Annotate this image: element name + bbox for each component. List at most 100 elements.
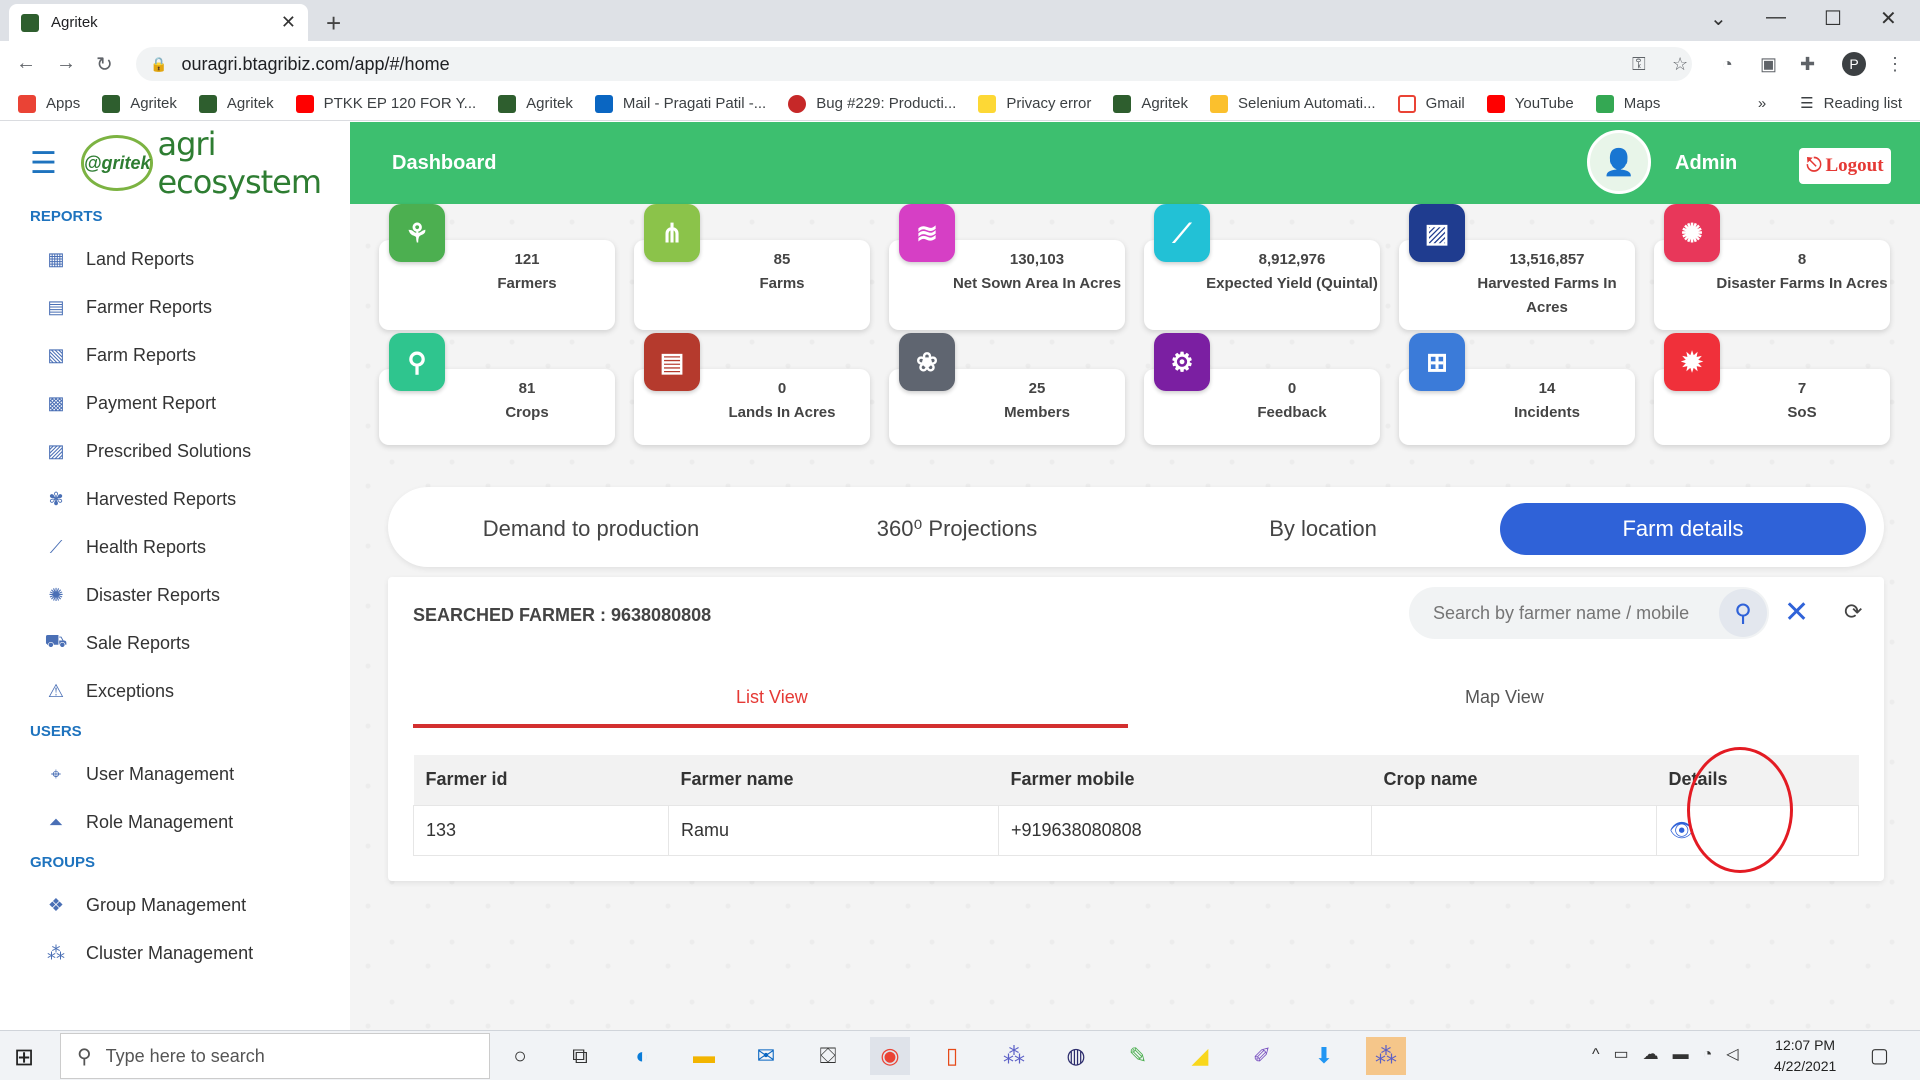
- paint-icon[interactable]: ✐: [1242, 1037, 1282, 1075]
- bookmark-star-icon[interactable]: ☆: [1672, 54, 1688, 75]
- stat-card-incidents[interactable]: ⊞ 14 Incidents: [1399, 333, 1635, 445]
- notepad-icon[interactable]: ✎: [1118, 1037, 1158, 1075]
- sidebar-item-health-reports[interactable]: ⟋ Health Reports: [0, 523, 350, 571]
- profile-avatar[interactable]: P: [1842, 52, 1866, 76]
- search-button[interactable]: ⚲: [1719, 589, 1767, 637]
- stat-card-lands[interactable]: ▤ 0 Lands In Acres: [634, 333, 870, 445]
- bookmark-maps[interactable]: Maps: [1595, 94, 1660, 113]
- sidebar-item-payment-report[interactable]: ▩ Payment Report: [0, 379, 350, 427]
- close-tab-icon[interactable]: ✕: [281, 12, 296, 33]
- sidebar-item-land-reports[interactable]: ▦ Land Reports: [0, 235, 350, 283]
- sidebar-item-disaster-reports[interactable]: ✺ Disaster Reports: [0, 571, 350, 619]
- bookmark-mail[interactable]: Mail - Pragati Patil -...: [594, 94, 766, 113]
- teams-icon[interactable]: ⁂: [994, 1037, 1034, 1075]
- stat-card-crops[interactable]: ⚲ 81 Crops: [379, 333, 615, 445]
- office-icon[interactable]: ▯: [932, 1037, 972, 1075]
- sidebar-item-role-management[interactable]: ⏶ Role Management: [0, 798, 350, 846]
- browser-tab[interactable]: Agritek ✕: [9, 4, 308, 41]
- sidebar-item-sale-reports[interactable]: ⛟ Sale Reports: [0, 619, 350, 667]
- back-icon[interactable]: ←: [16, 52, 36, 75]
- extension-icon[interactable]: ◔: [1722, 54, 1733, 75]
- stat-card-farms[interactable]: ⋔ 85 Farms: [634, 204, 870, 330]
- column-farmer-id: Farmer id: [413, 755, 669, 805]
- bookmark-gmail[interactable]: Gmail: [1397, 94, 1465, 113]
- list-view-tab[interactable]: List View: [736, 687, 808, 708]
- new-tab-icon[interactable]: +: [326, 8, 341, 39]
- stat-card-feedback[interactable]: ⚙ 0 Feedback: [1144, 333, 1380, 445]
- teams-notification-icon[interactable]: ⁂: [1366, 1037, 1406, 1075]
- tab-search-icon[interactable]: ⌄: [1710, 6, 1727, 31]
- stat-card-disaster-farms[interactable]: ✺ 8 Disaster Farms In Acres: [1654, 204, 1890, 330]
- tab-demand-to-production[interactable]: Demand to production: [408, 503, 774, 555]
- bookmark-apps[interactable]: Apps: [18, 94, 80, 113]
- stat-card-members[interactable]: ❀ 25 Members: [889, 333, 1125, 445]
- windows-taskbar: ⊞ ⚲ Type here to search ○ ⧉ ◐ ▬ ✉ ⛋ ◉ ▯ ⁂…: [0, 1030, 1920, 1080]
- windows-start-icon[interactable]: ⊞: [14, 1043, 34, 1072]
- stat-card-farmers[interactable]: ⚘ 121 Farmers: [379, 204, 615, 330]
- reload-icon[interactable]: ↻: [96, 52, 113, 77]
- reading-list[interactable]: » ☰ Reading list: [1758, 94, 1902, 113]
- taskbar-search[interactable]: ⚲ Type here to search: [60, 1033, 490, 1079]
- sidebar-item-farm-reports[interactable]: ▧ Farm Reports: [0, 331, 350, 379]
- tab-farm-details[interactable]: Farm details: [1500, 503, 1866, 555]
- tab-title: Agritek: [51, 14, 98, 31]
- chrome-icon[interactable]: ◉: [870, 1037, 910, 1075]
- stat-card-expected-yield[interactable]: ⟋ 8,912,976 Expected Yield (Quintal): [1144, 204, 1380, 330]
- admin-avatar[interactable]: 👤: [1587, 130, 1651, 194]
- refresh-icon[interactable]: ⟳: [1844, 599, 1862, 625]
- stat-card-sos[interactable]: ✹ 7 SoS: [1654, 333, 1890, 445]
- notification-center-icon[interactable]: ▢: [1870, 1043, 1889, 1068]
- browser-tab-bar: Agritek ✕ + ⌄ — ☐ ✕: [0, 0, 1920, 41]
- map-view-tab[interactable]: Map View: [1465, 687, 1544, 708]
- minimize-icon[interactable]: —: [1766, 6, 1786, 29]
- stat-card-harvested-farms[interactable]: ▨ 13,516,857 Harvested Farms In Acres: [1399, 204, 1635, 330]
- farmer-search-input[interactable]: [1409, 587, 1769, 639]
- agritek-logo: @gritek agri ecosystem: [80, 125, 350, 201]
- cortana-icon[interactable]: ○: [500, 1037, 540, 1075]
- bookmark-bug[interactable]: Bug #229: Producti...: [788, 94, 956, 113]
- bookmark-agritek[interactable]: Agritek: [498, 94, 573, 113]
- omnibox[interactable]: 🔒 ouragri.btagribiz.com/app/#/home: [136, 47, 1692, 81]
- sidebar-item-exceptions[interactable]: ⚠ Exceptions: [0, 667, 350, 715]
- file-explorer-icon[interactable]: ▬: [684, 1037, 724, 1075]
- sidebar-item-group-management[interactable]: ❖ Group Management: [0, 881, 350, 929]
- bookmark-ptkk[interactable]: PTKK EP 120 FOR Y...: [295, 94, 476, 113]
- sidebar-item-cluster-management[interactable]: ⁂ Cluster Management: [0, 929, 350, 977]
- sidebar-item-prescribed-solutions[interactable]: ▨ Prescribed Solutions: [0, 427, 350, 475]
- key-icon[interactable]: ⚿: [1632, 54, 1646, 75]
- outlook-icon: [594, 94, 613, 113]
- close-window-icon[interactable]: ✕: [1880, 6, 1897, 31]
- sidebar-item-user-management[interactable]: ⌖ User Management: [0, 750, 350, 798]
- logout-button[interactable]: ⎋ Logout: [1799, 148, 1891, 184]
- bookmark-youtube[interactable]: YouTube: [1486, 94, 1574, 113]
- selenium-extension-icon[interactable]: ▣: [1760, 54, 1777, 75]
- system-tray[interactable]: ^▭☁▬◔◁: [1592, 1044, 1753, 1064]
- menu-kebab-icon[interactable]: ⋮: [1886, 54, 1904, 75]
- sidebar-item-farmer-reports[interactable]: ▤ Farmer Reports: [0, 283, 350, 331]
- sidebar-item-harvested-reports[interactable]: ✾ Harvested Reports: [0, 475, 350, 523]
- farm-details-panel: SEARCHED FARMER : 9638080808 ⚲ ✕ ⟳ List …: [388, 577, 1884, 881]
- mail-icon[interactable]: ✉: [746, 1037, 786, 1075]
- table-header-row: Farmer id Farmer name Farmer mobile Crop…: [413, 755, 1859, 805]
- bookmark-agritek[interactable]: Agritek: [1113, 94, 1188, 113]
- hamburger-menu-icon[interactable]: ☰: [30, 146, 57, 181]
- eclipse-icon[interactable]: ◍: [1056, 1037, 1096, 1075]
- maximize-icon[interactable]: ☐: [1824, 6, 1842, 31]
- clock[interactable]: 12:07 PM 4/22/2021: [1774, 1035, 1836, 1077]
- clear-search-icon[interactable]: ✕: [1784, 595, 1809, 630]
- bookmark-privacy-error[interactable]: Privacy error: [978, 94, 1091, 113]
- extensions-puzzle-icon[interactable]: ✚: [1800, 54, 1815, 75]
- forward-icon[interactable]: →: [56, 52, 76, 75]
- store-icon[interactable]: ⛋: [808, 1037, 848, 1075]
- tab-360-projections[interactable]: 360⁰ Projections: [774, 503, 1140, 555]
- sticky-notes-icon[interactable]: ◢: [1180, 1037, 1220, 1075]
- bookmark-agritek[interactable]: Agritek: [102, 94, 177, 113]
- bookmark-selenium[interactable]: Selenium Automati...: [1210, 94, 1376, 113]
- edge-icon[interactable]: ◐: [622, 1037, 662, 1075]
- snip-icon[interactable]: ⬇: [1304, 1037, 1344, 1075]
- more-bookmarks-icon[interactable]: »: [1758, 95, 1766, 112]
- bookmark-agritek[interactable]: Agritek: [198, 94, 274, 113]
- tab-by-location[interactable]: By location: [1140, 503, 1506, 555]
- task-view-icon[interactable]: ⧉: [560, 1037, 600, 1075]
- stat-card-net-sown-area[interactable]: ≋ 130,103 Net Sown Area In Acres: [889, 204, 1125, 330]
